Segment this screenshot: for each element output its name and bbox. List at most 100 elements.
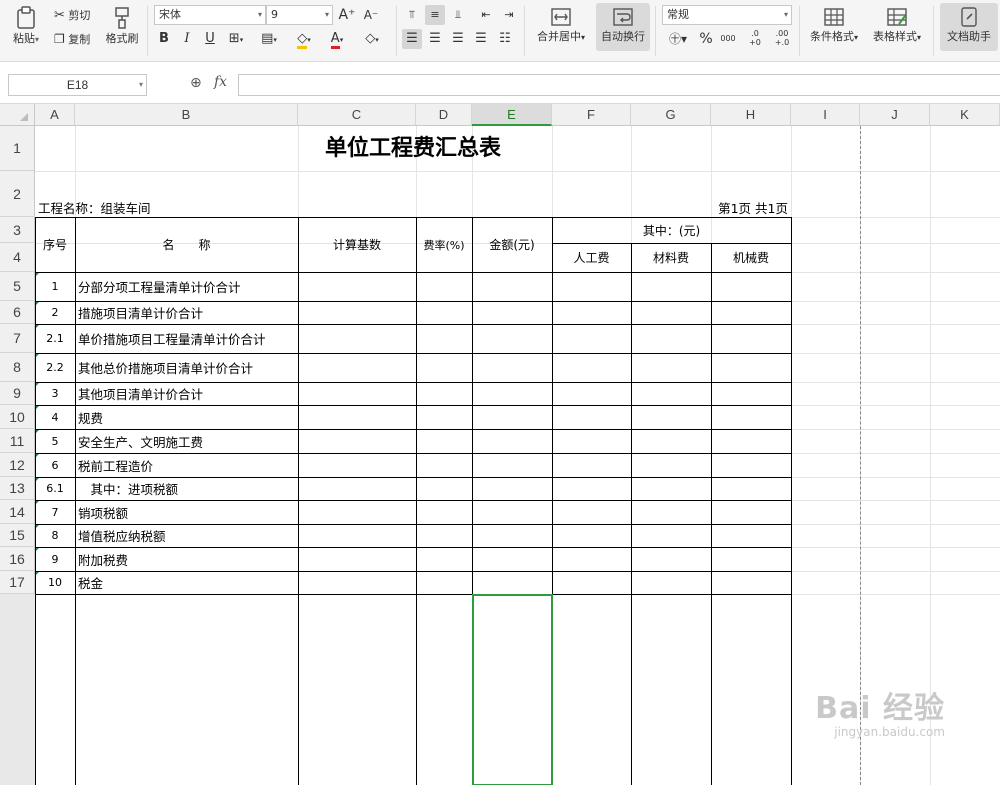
- header-machine: 机械费: [732, 251, 769, 265]
- column-header-k[interactable]: K: [930, 104, 1000, 126]
- table-style-button[interactable]: 表格样式▾: [868, 6, 926, 44]
- fill-color-button[interactable]: ◇▾: [294, 29, 314, 49]
- row-header-1[interactable]: 1: [0, 126, 35, 171]
- row-header-3[interactable]: 3: [0, 217, 35, 243]
- clear-button[interactable]: ◇▾: [362, 29, 382, 49]
- wrap-text-label: 自动换行: [601, 30, 645, 43]
- column-header-e[interactable]: E: [472, 104, 552, 126]
- bold-button[interactable]: B: [154, 29, 174, 49]
- currency-button[interactable]: ㊉▾: [664, 29, 692, 49]
- decrease-decimal-button[interactable]: .00 +.0: [772, 29, 792, 49]
- column-header-d[interactable]: D: [416, 104, 472, 126]
- align-left-button[interactable]: ☰: [402, 29, 422, 49]
- cell-reference: E18: [66, 78, 89, 92]
- column-header-c[interactable]: C: [298, 104, 416, 126]
- sheet-title: 单位工程费汇总表: [324, 136, 501, 161]
- watermark-url: jingyan.baidu.com: [834, 725, 945, 739]
- row-header-14[interactable]: 14: [0, 500, 35, 524]
- row-header-6[interactable]: 6: [0, 301, 35, 324]
- wrap-text-button[interactable]: 自动换行: [596, 3, 650, 51]
- row-header-9[interactable]: 9: [0, 382, 35, 405]
- column-header-f[interactable]: F: [552, 104, 631, 126]
- decrease-indent-button[interactable]: ⇤: [476, 5, 496, 25]
- distributed-button[interactable]: ☷: [495, 29, 515, 49]
- column-header-b[interactable]: B: [75, 104, 298, 126]
- column-header-j[interactable]: J: [860, 104, 930, 126]
- row-header-7[interactable]: 7: [0, 324, 35, 353]
- column-header-h[interactable]: H: [711, 104, 791, 126]
- header-material: 材料费: [652, 251, 689, 265]
- cell-style-button[interactable]: ▤▾: [259, 29, 279, 49]
- increase-indent-button[interactable]: ⇥: [499, 5, 519, 25]
- column-header-a[interactable]: A: [35, 104, 75, 126]
- row-header-2[interactable]: 2: [0, 171, 35, 217]
- row-header-17[interactable]: 17: [0, 571, 35, 594]
- row-header-blank-area: [0, 594, 35, 785]
- font-color-button[interactable]: A▾: [327, 29, 347, 49]
- copy-icon: ❐: [54, 32, 65, 46]
- table-border: [35, 382, 791, 383]
- currency-icon: ㊉▾: [668, 32, 688, 46]
- align-right-button[interactable]: ☰: [448, 29, 468, 49]
- baidu-watermark: Bai 经验 jingyan.baidu.com: [815, 683, 945, 739]
- row-header-15[interactable]: 15: [0, 524, 35, 547]
- table-border: [35, 594, 791, 595]
- item-seq: 6: [51, 458, 59, 472]
- divider: [799, 6, 800, 56]
- select-all-corner[interactable]: [0, 104, 35, 126]
- paste-button[interactable]: 粘贴▾: [8, 6, 44, 46]
- align-top-button[interactable]: ⫪: [402, 5, 422, 25]
- table-border: [35, 324, 791, 325]
- table-border: [35, 217, 791, 218]
- header-rate: 费率(%): [423, 238, 465, 252]
- row-header-12[interactable]: 12: [0, 453, 35, 477]
- percent-button[interactable]: %: [696, 29, 716, 49]
- zoom-formula-button[interactable]: ⊕: [190, 75, 202, 91]
- copy-label: 复制: [68, 33, 91, 46]
- underline-button[interactable]: U: [200, 29, 220, 49]
- distributed-icon: ☷: [499, 31, 511, 46]
- font-name-select[interactable]: 宋体 ▾: [154, 5, 266, 25]
- shrink-font-icon: A⁻: [363, 8, 379, 22]
- merge-center-button[interactable]: 合并居中▾: [532, 6, 590, 44]
- row-header-5[interactable]: 5: [0, 272, 35, 301]
- doc-assistant-button[interactable]: 文档助手: [940, 3, 998, 51]
- align-middle-button[interactable]: ≡: [425, 5, 445, 25]
- number-format-select[interactable]: 常规 ▾: [662, 5, 792, 25]
- justify-button[interactable]: ☰: [471, 29, 491, 49]
- number-format-value: 常规: [667, 8, 689, 21]
- shrink-font-button[interactable]: A⁻: [361, 5, 381, 25]
- item-seq: 3: [51, 387, 59, 400]
- table-border: [35, 429, 791, 430]
- font-size-select[interactable]: 9 ▾: [266, 5, 333, 25]
- align-center-button[interactable]: ☰: [425, 29, 445, 49]
- item-name: 措施项目清单计价合计: [78, 306, 204, 321]
- divider: [655, 6, 656, 56]
- paste-icon: [17, 6, 35, 29]
- thousands-button[interactable]: 000: [718, 29, 738, 49]
- copy-button[interactable]: ❐ 复制: [54, 31, 90, 47]
- row-header-11[interactable]: 11: [0, 429, 35, 453]
- italic-button[interactable]: I: [177, 29, 197, 49]
- row-header-4[interactable]: 4: [0, 243, 35, 272]
- item-name: 规费: [78, 410, 104, 426]
- formula-input[interactable]: [238, 74, 1000, 96]
- column-header-g[interactable]: G: [631, 104, 711, 126]
- borders-button[interactable]: ⊞▾: [226, 29, 246, 49]
- row-header-13[interactable]: 13: [0, 477, 35, 500]
- row-header-8[interactable]: 8: [0, 353, 35, 382]
- doc-assistant-label: 文档助手: [947, 30, 991, 43]
- row-header-10[interactable]: 10: [0, 405, 35, 429]
- selected-cell-e18[interactable]: [472, 594, 553, 785]
- column-header-i[interactable]: I: [791, 104, 860, 126]
- insert-function-button[interactable]: fx: [214, 74, 227, 90]
- conditional-format-button[interactable]: 条件格式▾: [806, 6, 862, 44]
- align-bottom-button[interactable]: ⫫: [448, 5, 468, 25]
- item-name: 其中：进项税额: [78, 482, 179, 497]
- name-box[interactable]: E18 ▾: [8, 74, 147, 96]
- grow-font-button[interactable]: A⁺: [337, 5, 357, 25]
- format-painter-button[interactable]: 格式刷: [103, 6, 141, 46]
- cut-button[interactable]: ✂ 剪切: [54, 7, 90, 23]
- increase-decimal-button[interactable]: .0 +0: [745, 29, 765, 49]
- row-header-16[interactable]: 16: [0, 547, 35, 571]
